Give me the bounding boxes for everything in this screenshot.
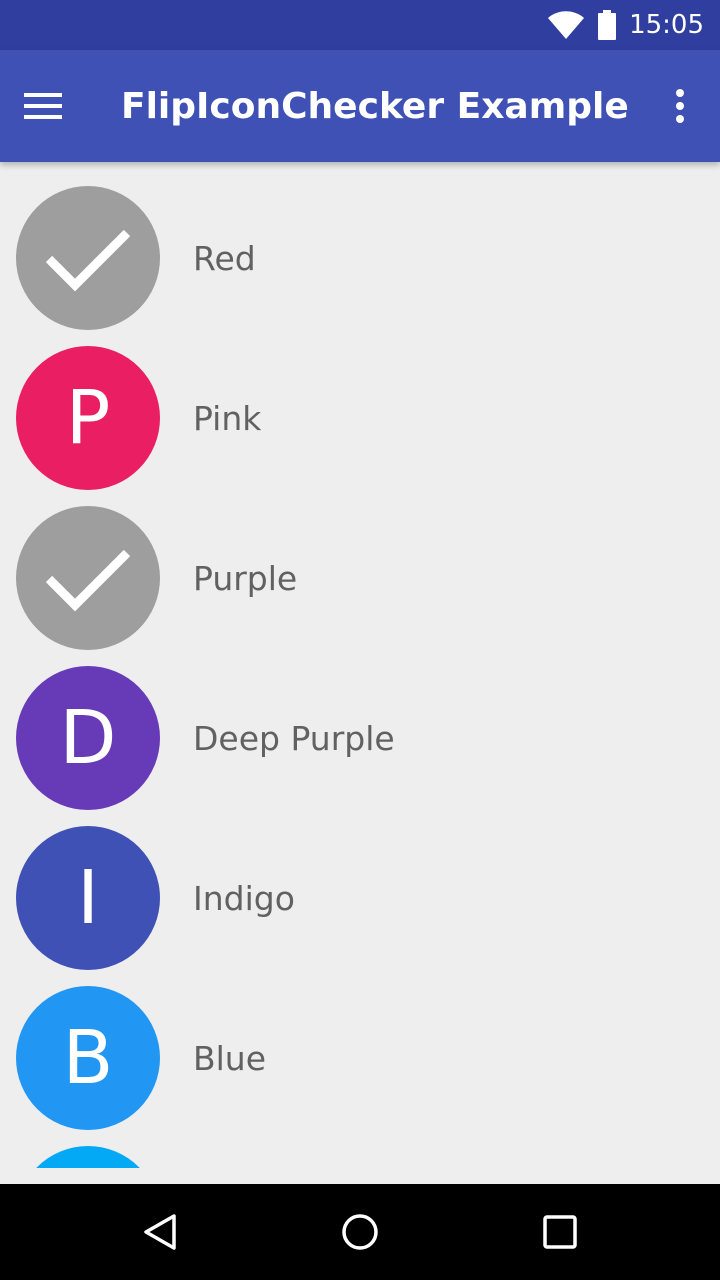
- status-icons: 15:05: [547, 0, 704, 50]
- flip-icon-letter[interactable]: [16, 1146, 160, 1168]
- wifi-icon: [548, 11, 585, 39]
- recents-button[interactable]: [528, 1200, 592, 1264]
- check-icon: [45, 549, 131, 612]
- flip-icon-checked[interactable]: [16, 506, 160, 650]
- list-item-label: Deep Purple: [193, 718, 395, 758]
- list-item[interactable]: [0, 1122, 720, 1168]
- list-item-label: Red: [193, 238, 256, 278]
- check-icon: [45, 229, 131, 292]
- flip-icon-letter[interactable]: B: [16, 986, 160, 1130]
- list-item-label: Blue: [193, 1038, 267, 1078]
- list-item[interactable]: D Deep Purple: [0, 642, 720, 810]
- avatar-letter: I: [77, 855, 99, 941]
- more-vert-icon: [676, 89, 684, 123]
- back-button[interactable]: [128, 1200, 192, 1264]
- list-item[interactable]: I Indigo: [0, 802, 720, 970]
- color-list: Red P Pink Purple D Deep Purple I Indigo…: [0, 162, 720, 1168]
- list-item-label: Purple: [193, 558, 298, 598]
- list-item[interactable]: Red: [0, 162, 720, 330]
- flip-icon-letter[interactable]: I: [16, 826, 160, 970]
- navigation-bar: [0, 1184, 720, 1280]
- flip-icon-letter[interactable]: P: [16, 346, 160, 490]
- status-time: 15:05: [629, 10, 704, 40]
- overflow-menu-button[interactable]: [660, 78, 700, 134]
- list-item-label: Indigo: [193, 878, 295, 918]
- battery-icon: [598, 10, 617, 40]
- list-item[interactable]: B Blue: [0, 962, 720, 1130]
- list-item-label: Pink: [193, 398, 262, 438]
- avatar-letter: D: [59, 695, 117, 781]
- avatar-letter: P: [65, 375, 111, 461]
- back-icon: [144, 1214, 176, 1250]
- app-title: FlipIconChecker Example: [121, 85, 629, 127]
- avatar-letter: B: [62, 1015, 114, 1101]
- flip-icon-checked[interactable]: [16, 186, 160, 330]
- app-bar: FlipIconChecker Example: [0, 50, 720, 162]
- status-bar: 15:05: [0, 0, 720, 50]
- home-icon: [342, 1214, 378, 1250]
- flip-icon-letter[interactable]: D: [16, 666, 160, 810]
- menu-icon: [24, 93, 62, 119]
- list-item[interactable]: P Pink: [0, 322, 720, 490]
- recents-icon: [543, 1215, 577, 1249]
- list-item[interactable]: Purple: [0, 482, 720, 650]
- home-button[interactable]: [328, 1200, 392, 1264]
- menu-button[interactable]: [24, 78, 88, 134]
